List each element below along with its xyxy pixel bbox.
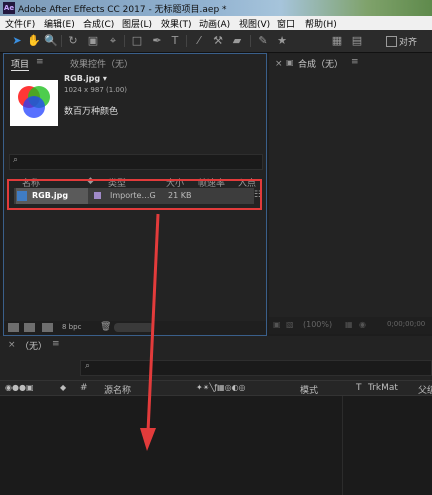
close-icon[interactable]: × <box>8 340 16 350</box>
label-column-icon[interactable]: ◆ <box>60 383 66 392</box>
timeline-search-input[interactable]: ⌕ <box>80 360 432 376</box>
column-parent[interactable]: 父级 <box>418 383 432 396</box>
layer-column-header: ◉●●▣ ◆ # 源名称 ✦✴╲ƒ▦◎◐◎ 模式 T TrkMat 父级 <box>0 380 432 396</box>
file-thumbnail <box>10 80 58 126</box>
rectangle-tool-icon[interactable]: □ <box>130 34 144 48</box>
new-folder-icon[interactable] <box>24 323 35 332</box>
composition-footer: ▣ ▧ (100%) ▦ ◉ 0;00;00;00 <box>269 317 432 334</box>
file-name[interactable]: RGB.jpg ▾ <box>64 74 107 83</box>
preview-icon[interactable]: ▣ <box>273 320 281 329</box>
color-depth-button[interactable]: 8 bpc <box>62 323 81 331</box>
align-checkbox[interactable] <box>386 36 397 47</box>
column-number[interactable]: # <box>80 383 88 393</box>
menu-layer[interactable]: 图层(L) <box>122 17 152 30</box>
timecode[interactable]: 0;00;00;00 <box>387 320 425 328</box>
grid-icon[interactable]: ▦ <box>345 320 353 329</box>
av-switches-icon[interactable]: ◉●●▣ <box>5 383 34 392</box>
toolbar-divider <box>186 35 187 47</box>
eraser-tool-icon[interactable]: ▰ <box>230 34 244 48</box>
rotate-tool-icon[interactable]: ↻ <box>66 34 80 48</box>
layer-switches-icons[interactable]: ✦✴╲ƒ▦◎◐◎ <box>196 383 246 392</box>
toolbar-divider <box>61 35 62 47</box>
trash-icon[interactable]: 🗑 <box>100 322 111 332</box>
layer-list[interactable] <box>0 396 432 495</box>
search-icon: ⌕ <box>85 361 91 371</box>
menu-effect[interactable]: 效果(T) <box>161 17 192 30</box>
column-track-matte-t[interactable]: T <box>356 383 362 393</box>
clone-stamp-tool-icon[interactable]: ⚒ <box>211 34 225 48</box>
column-trkmat[interactable]: TrkMat <box>368 383 398 393</box>
timeline-panel: × （无） ≡ ⌕ ◉●●▣ ◆ # 源名称 ✦✴╲ƒ▦◎◐◎ 模式 T Trk… <box>0 336 432 495</box>
puppet-tool-icon[interactable]: ★ <box>275 34 289 48</box>
tab-effect-controls[interactable]: 效果控件（无） <box>70 57 133 70</box>
thumbnail-scrollbar[interactable] <box>114 323 154 332</box>
column-mode[interactable]: 模式 <box>300 383 318 396</box>
panel-menu-icon[interactable]: ≡ <box>351 57 359 67</box>
menu-edit[interactable]: 编辑(E) <box>44 17 75 30</box>
pan-behind-tool-icon[interactable]: ⌖ <box>106 34 120 48</box>
snapshot-icon[interactable]: ▧ <box>286 320 294 329</box>
brush-tool-icon[interactable]: ⁄ <box>192 34 206 48</box>
window-title: Adobe After Effects CC 2017 - 无标题项目.aep … <box>18 5 227 15</box>
snap-icon[interactable]: ▦ <box>330 34 344 48</box>
magnification-dropdown[interactable]: (100%) <box>303 320 332 329</box>
toolbar: ➤ ✋ 🔍 ↻ ▣ ⌖ □ ✒ T ⁄ ⚒ ▰ ✎ ★ ▦ ▤ 对齐 <box>0 30 432 53</box>
app-icon: Ae <box>3 2 15 14</box>
close-icon[interactable]: × <box>275 59 283 69</box>
highlight-box <box>7 179 262 210</box>
interpret-footage-icon[interactable] <box>8 323 19 332</box>
type-tool-icon[interactable]: T <box>168 34 182 48</box>
project-footer: 8 bpc 🗑 <box>4 321 266 335</box>
title-bar: Ae Adobe After Effects CC 2017 - 无标题项目.a… <box>0 0 432 16</box>
axis-icon[interactable]: ▤ <box>350 34 364 48</box>
search-icon: ⌕ <box>13 155 19 165</box>
timeline-divider[interactable] <box>342 396 343 495</box>
camera-tool-icon[interactable]: ▣ <box>86 34 100 48</box>
toolbar-divider <box>124 35 125 47</box>
composition-title[interactable]: 合成（无） <box>298 57 343 70</box>
rgb-circles-image <box>18 86 50 118</box>
search-input[interactable]: ⌕ <box>9 154 263 170</box>
panel-menu-icon[interactable]: ≡ <box>36 57 44 67</box>
roto-brush-tool-icon[interactable]: ✎ <box>256 34 270 48</box>
menu-help[interactable]: 帮助(H) <box>305 17 337 30</box>
pen-tool-icon[interactable]: ✒ <box>150 34 164 48</box>
zoom-tool-icon[interactable]: 🔍 <box>44 34 58 48</box>
composition-panel: × ▣ 合成（无） ≡ ▣ ▧ (100%) ▦ ◉ 0;00;00;00 <box>269 53 432 334</box>
hand-tool-icon[interactable]: ✋ <box>27 34 41 48</box>
file-color-depth: 数百万种颜色 <box>64 107 119 117</box>
menu-composition[interactable]: 合成(C) <box>83 17 114 30</box>
align-label: 对齐 <box>399 38 418 48</box>
panel-menu-icon[interactable]: ≡ <box>52 339 60 349</box>
tab-project[interactable]: 项目 <box>11 57 30 71</box>
lock-icon[interactable]: ▣ <box>286 58 294 67</box>
tab-timeline[interactable]: （无） <box>20 339 47 352</box>
menu-bar: 文件(F) 编辑(E) 合成(C) 图层(L) 效果(T) 动画(A) 视图(V… <box>0 16 432 30</box>
selection-tool-icon[interactable]: ➤ <box>10 34 24 48</box>
file-dimensions: 1024 x 987 (1.00) <box>64 86 128 94</box>
column-source-name[interactable]: 源名称 <box>104 383 131 396</box>
menu-view[interactable]: 视图(V) <box>239 17 270 30</box>
menu-file[interactable]: 文件(F) <box>5 17 35 30</box>
menu-window[interactable]: 窗口 <box>277 17 295 30</box>
camera-icon[interactable]: ◉ <box>359 320 366 329</box>
toolbar-divider <box>250 35 251 47</box>
menu-animation[interactable]: 动画(A) <box>199 17 230 30</box>
new-composition-icon[interactable] <box>42 323 53 332</box>
